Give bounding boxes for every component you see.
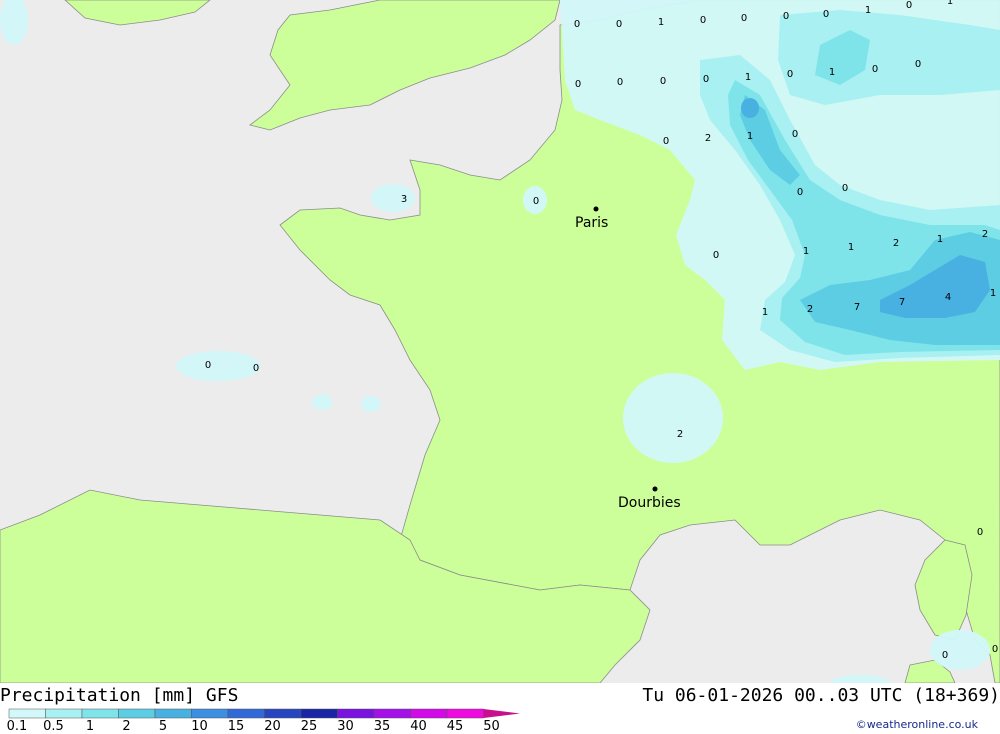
city-dourbies-marker [652,486,658,492]
legend-swatch [45,708,83,719]
legend-label: 0.5 [43,719,64,734]
precip-value-label: 0 [792,129,798,140]
legend-label: 20 [264,719,281,734]
legend-label: 0.1 [6,719,28,734]
precip-value-label: 2 [982,229,988,240]
precip-value-label: 2 [807,304,813,315]
precip-value-label: 0 [906,0,912,11]
legend-swatch [300,708,338,719]
legend-swatch [337,708,375,719]
precip-value-label: 0 [713,250,719,261]
precip-value-label: 1 [745,72,751,83]
map-title: Precipitation [mm] GFS [0,685,239,706]
precip-value-label: 1 [990,288,996,299]
precip-value-label: 1 [762,307,768,318]
precip-value-label: 1 [829,67,835,78]
precip-value-label: 0 [617,77,623,88]
legend-swatch [154,708,192,719]
legend-label: 15 [227,719,245,734]
precip-value-label: 0 [787,69,793,80]
city-paris-label: Paris [575,215,608,231]
legend-swatch [410,708,448,719]
legend-label: 30 [337,719,354,734]
legend-swatch [191,708,229,719]
map-footer: Precipitation [mm] GFS Tu 06-01-2026 00.… [0,683,1000,734]
precip-value-label: 0 [823,9,829,20]
legend-arrow-tip [483,709,520,718]
legend-label: 40 [410,719,427,734]
precip-value-label: 7 [854,302,860,313]
precip-value-label: 1 [947,0,953,7]
precip-value-label: 1 [865,5,871,16]
credit-text: ©weatheronline.co.uk [855,718,978,731]
legend-label: 35 [373,719,391,734]
precip-value-label: 0 [797,187,803,198]
precip-value-label: 0 [253,363,259,374]
precip-value-label: 0 [783,11,789,22]
precipitation-map: 0 0 1 0 0 0 0 1 0 1 0 0 0 0 1 0 1 0 0 0 2 1 0 0 0 1 0 1 2 1 2 2 1 7 7 4 1 2 3 0… [0,0,1000,683]
legend-label: 1 [85,719,95,734]
precip-value-label: 0 [574,19,580,30]
precip-value-label: 0 [915,59,921,70]
precip-value-label: 3 [401,194,407,205]
precip-value-label: 0 [700,15,706,26]
precip-value-label: 0 [660,76,666,87]
legend-label: 10 [191,719,208,734]
precip-value-label: 0 [992,644,998,655]
precip-value-label: 0 [663,136,669,147]
legend-swatch [373,708,411,719]
precip-value-label: 4 [945,292,951,303]
legend-swatch [81,708,119,719]
precip-value-label: 1 [658,17,664,28]
precip-value-label: 0 [741,13,747,24]
precip-value-label: 1 [848,242,854,253]
precip-value-label: 2 [677,429,683,440]
legend-label: 2 [122,719,131,734]
precip-value-label: 0 [205,360,211,371]
precip-value-label: 1 [803,246,809,257]
precip-value-label: 1 [937,234,943,245]
precip-value-label: 2 [893,238,899,249]
precip-value-label: 2 [705,133,711,144]
legend-swatch [446,708,484,719]
precip-value-label: 0 [942,650,948,661]
precip-value-label: 0 [872,64,878,75]
precip-value-label: 0 [842,183,848,194]
precip-value-label: 7 [899,297,905,308]
legend-label: 5 [158,719,168,734]
legend-swatch [118,708,156,719]
legend-swatch [264,708,302,719]
precip-value-label: 0 [703,74,709,85]
precip-value-label: 0 [977,527,983,538]
precip-value-label: 0 [533,196,539,207]
legend-swatch [227,708,265,719]
city-dourbies-label: Dourbies [618,495,681,511]
city-paris-marker [593,206,599,212]
legend-label: 45 [446,719,464,734]
precip-value-label: 0 [616,19,622,30]
legend-label: 50 [483,719,500,734]
forecast-datetime: Tu 06-01-2026 00..03 UTC (18+369) [642,685,1000,706]
precip-value-label: 0 [575,79,581,90]
legend-label: 25 [300,719,318,734]
legend-swatch [8,708,46,719]
precip-value-label: 1 [747,131,753,142]
